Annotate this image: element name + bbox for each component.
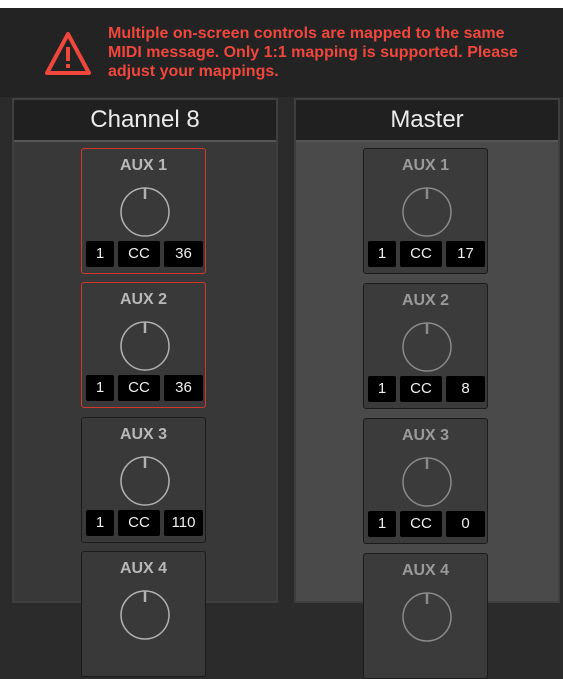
midi-number-field[interactable]: 0 bbox=[446, 511, 485, 537]
aux-3-control[interactable]: AUX 3 1 CC 110 bbox=[81, 417, 206, 543]
knob-icon[interactable] bbox=[400, 185, 454, 239]
aux-4-control[interactable]: AUX 4 bbox=[81, 551, 206, 677]
aux-1-control[interactable]: AUX 1 1 CC 36 bbox=[81, 148, 206, 274]
aux-3-control[interactable]: AUX 3 1 CC 0 bbox=[363, 418, 488, 544]
control-label: AUX 3 bbox=[119, 426, 168, 443]
midi-type-field[interactable]: CC bbox=[400, 376, 442, 402]
aux-1-control[interactable]: AUX 1 1 CC 17 bbox=[363, 148, 488, 274]
mapping-warning-banner: Multiple on-screen controls are mapped t… bbox=[0, 8, 563, 97]
midi-type-field[interactable]: CC bbox=[118, 375, 160, 401]
control-label: AUX 2 bbox=[119, 291, 168, 308]
knob-icon[interactable] bbox=[118, 185, 172, 239]
midi-number-field[interactable]: 36 bbox=[164, 375, 203, 401]
column-title: Master bbox=[296, 100, 558, 142]
control-label: AUX 4 bbox=[119, 560, 168, 577]
knob-icon[interactable] bbox=[400, 320, 454, 374]
knob-icon[interactable] bbox=[118, 454, 172, 508]
aux-2-control[interactable]: AUX 2 1 CC 8 bbox=[363, 283, 488, 409]
knob-icon[interactable] bbox=[118, 588, 172, 642]
midi-type-field[interactable]: CC bbox=[400, 241, 442, 267]
midi-number-field[interactable]: 36 bbox=[164, 241, 203, 267]
midi-type-field[interactable]: CC bbox=[118, 241, 160, 267]
midi-channel-field[interactable]: 1 bbox=[86, 510, 114, 536]
control-label: AUX 4 bbox=[401, 562, 450, 579]
knob-icon[interactable] bbox=[400, 590, 454, 644]
knob-icon[interactable] bbox=[400, 455, 454, 509]
control-label: AUX 1 bbox=[119, 157, 168, 174]
control-label: AUX 3 bbox=[401, 427, 450, 444]
warning-triangle-icon bbox=[45, 32, 91, 75]
warning-line-2: MIDI message. Only 1:1 mapping is suppor… bbox=[108, 44, 518, 61]
midi-number-field[interactable]: 110 bbox=[164, 510, 203, 536]
warning-line-3: adjust your mappings. bbox=[108, 63, 279, 80]
column-title: Channel 8 bbox=[14, 100, 276, 142]
control-label: AUX 2 bbox=[401, 292, 450, 309]
warning-line-1: Multiple on-screen controls are mapped t… bbox=[108, 25, 505, 42]
warning-message: Multiple on-screen controls are mapped t… bbox=[108, 24, 548, 81]
midi-number-field[interactable]: 17 bbox=[446, 241, 485, 267]
knob-icon[interactable] bbox=[118, 319, 172, 373]
midi-channel-field[interactable]: 1 bbox=[86, 241, 114, 267]
aux-2-control[interactable]: AUX 2 1 CC 36 bbox=[81, 282, 206, 408]
midi-type-field[interactable]: CC bbox=[400, 511, 442, 537]
midi-channel-field[interactable]: 1 bbox=[86, 375, 114, 401]
midi-channel-field[interactable]: 1 bbox=[368, 241, 396, 267]
channel-8-column: Channel 8 AUX 1 1 CC 36 AUX 2 1 CC 36 AU… bbox=[12, 98, 278, 677]
midi-number-field[interactable]: 8 bbox=[446, 376, 485, 402]
midi-channel-field[interactable]: 1 bbox=[368, 376, 396, 402]
control-label: AUX 1 bbox=[401, 157, 450, 174]
master-column: Master AUX 1 1 CC 17 AUX 2 1 CC 8 AUX 3 bbox=[294, 98, 560, 679]
midi-channel-field[interactable]: 1 bbox=[368, 511, 396, 537]
aux-4-control[interactable]: AUX 4 bbox=[363, 553, 488, 679]
midi-type-field[interactable]: CC bbox=[118, 510, 160, 536]
top-strip bbox=[0, 0, 563, 8]
